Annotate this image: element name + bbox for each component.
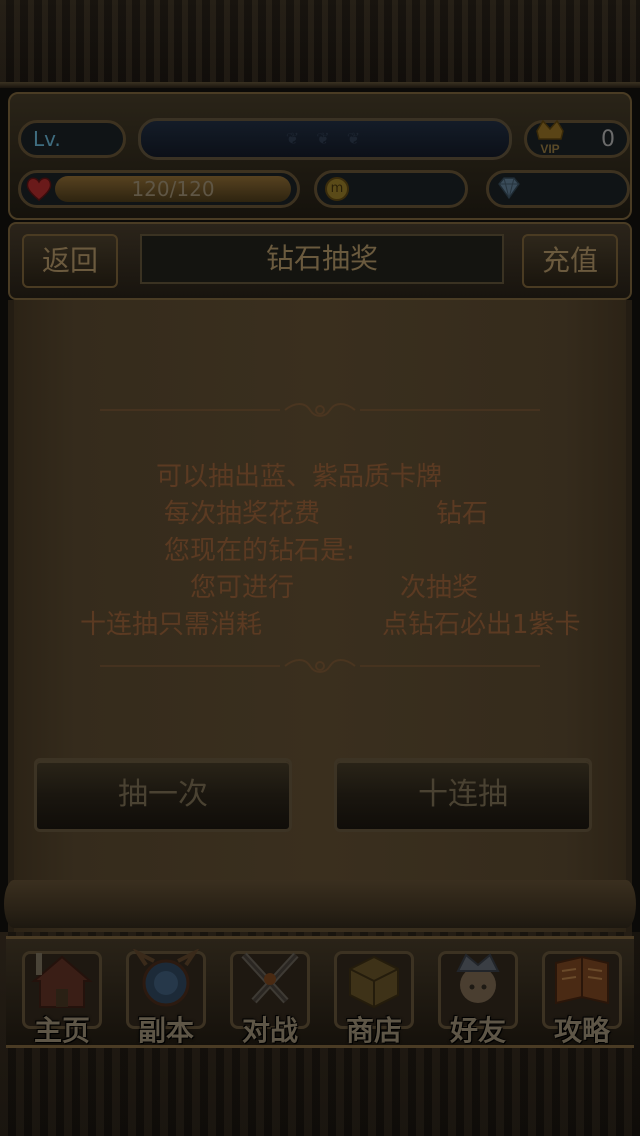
nav-label-battle: 对战 xyxy=(241,1014,298,1047)
info-line-draws: 您可进行 xyxy=(190,573,295,603)
info-line-draws-unit: 次抽奖 xyxy=(400,573,479,603)
scroll-bottom-roll xyxy=(4,880,636,928)
nav-item-shop[interactable]: 商店 xyxy=(330,945,418,1047)
home-icon xyxy=(31,953,93,1008)
level-display: Lv. xyxy=(18,120,126,158)
bottom-divider-ornament xyxy=(100,659,540,673)
status-panel: Lv. ❦ ❦ ❦ VIP 0 120/120 m xyxy=(8,92,632,220)
back-button[interactable]: 返回 xyxy=(22,234,118,288)
vip-display[interactable]: VIP 0 xyxy=(524,119,630,158)
diamond-icon xyxy=(498,177,520,199)
gold-display: m xyxy=(314,170,468,208)
draw-once-button[interactable]: 抽一次 xyxy=(34,758,292,832)
info-line-ten-draw-bonus: 点钻石必出1紫卡 xyxy=(382,610,581,640)
page-header: 返回 钻石抽奖 充值 xyxy=(8,222,632,300)
stamina-value: 120/120 xyxy=(131,177,215,201)
diamond-display xyxy=(486,170,630,208)
draw-ten-button[interactable]: 十连抽 xyxy=(334,758,592,832)
exp-bar-ornament: ❦ ❦ ❦ xyxy=(285,129,367,148)
guide-icon xyxy=(555,955,609,1005)
nav-label-home: 主页 xyxy=(33,1014,90,1047)
vip-label: VIP xyxy=(540,142,559,156)
top-ornament xyxy=(0,0,640,88)
nav-label-shop: 商店 xyxy=(345,1014,402,1047)
battle-icon xyxy=(241,952,299,1004)
vip-crown-icon: VIP xyxy=(536,119,564,156)
nav-item-battle[interactable]: 对战 xyxy=(226,945,314,1047)
info-line-cost-unit: 钻石 xyxy=(436,499,489,529)
info-line-ten-draw: 十连抽只需消耗 xyxy=(80,610,263,640)
nav-label-dungeon: 副本 xyxy=(137,1014,194,1047)
experience-bar: ❦ ❦ ❦ xyxy=(138,118,512,160)
top-divider-ornament xyxy=(100,403,540,417)
info-line-quality: 可以抽出蓝、紫品质卡牌 xyxy=(156,462,443,492)
nav-item-friends[interactable]: 好友 xyxy=(434,945,522,1047)
nav-item-guide[interactable]: 攻略 xyxy=(538,945,626,1047)
dungeon-icon xyxy=(132,949,200,1007)
nav-label-guide: 攻略 xyxy=(553,1014,610,1047)
bottom-navigation: 主页 副本 对战 商店 好友 攻略 xyxy=(0,932,640,1136)
nav-item-dungeon[interactable]: 副本 xyxy=(122,945,210,1047)
friends-icon xyxy=(456,953,500,1003)
heart-icon xyxy=(26,177,52,201)
info-line-balance: 您现在的钻石是: xyxy=(164,536,355,566)
nav-label-friends: 好友 xyxy=(449,1014,506,1047)
nav-item-home[interactable]: 主页 xyxy=(18,945,106,1047)
vip-value: 0 xyxy=(601,127,615,152)
page-title: 钻石抽奖 xyxy=(140,234,504,284)
nav-bar: 主页 副本 对战 商店 好友 攻略 xyxy=(6,936,634,1048)
recharge-button[interactable]: 充值 xyxy=(522,234,618,288)
gold-coin-icon: m xyxy=(325,177,349,201)
stamina-display: 120/120 xyxy=(18,170,300,208)
shop-icon xyxy=(349,955,399,1009)
info-line-cost: 每次抽奖花费 xyxy=(164,499,321,529)
level-label: Lv. xyxy=(33,127,61,151)
